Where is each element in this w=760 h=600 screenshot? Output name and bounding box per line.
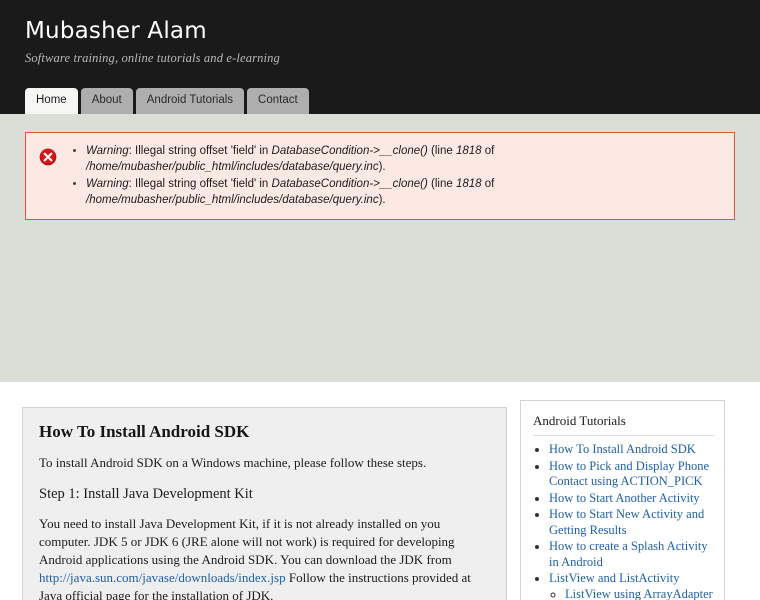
article-step-heading: Step 1: Install Java Development Kit bbox=[39, 486, 253, 503]
list-item[interactable]: How to Start Another Activity bbox=[549, 491, 714, 507]
main-content-region: How To Install Android SDK To install An… bbox=[0, 382, 760, 600]
warning-suffix: ). bbox=[378, 194, 386, 206]
article-title[interactable]: How To Install Android SDK bbox=[39, 422, 488, 442]
list-item[interactable]: ListView using ArrayAdapter and Array of… bbox=[565, 587, 714, 600]
sidebar-link[interactable]: How to Start Another Activity bbox=[549, 491, 700, 505]
sidebar-sublist: ListView using ArrayAdapter and Array of… bbox=[549, 587, 714, 600]
warning-file-path: /home/mubasher/public_html/includes/data… bbox=[86, 161, 379, 173]
sidebar-link[interactable]: How To Install Android SDK bbox=[549, 442, 696, 456]
error-message-item: Warning: Illegal string offset 'field' i… bbox=[86, 143, 724, 175]
warning-text-3: of bbox=[481, 178, 495, 190]
warning-text-1: : Illegal string offset 'field' in bbox=[128, 145, 272, 157]
warning-text-2: (line bbox=[427, 145, 456, 157]
site-title: Mubasher Alam bbox=[25, 18, 207, 44]
warning-code: DatabaseCondition->__clone() bbox=[271, 145, 428, 157]
warning-line-number: 1818 bbox=[455, 178, 482, 190]
article-body-paragraph: You need to install Java Development Kit… bbox=[39, 515, 488, 600]
error-circle-x-icon bbox=[39, 148, 57, 166]
error-message-box: Warning: Illegal string offset 'field' i… bbox=[25, 132, 735, 220]
warning-suffix: ). bbox=[378, 161, 386, 173]
primary-navigation: Home About Android Tutorials Contact bbox=[0, 86, 760, 114]
warning-label: Warning bbox=[86, 178, 129, 190]
upper-content-region: Warning: Illegal string offset 'field' i… bbox=[0, 114, 760, 382]
list-item[interactable]: ListView and ListActivity ListView using… bbox=[549, 571, 714, 600]
sidebar-android-tutorials: Android Tutorials How To Install Android… bbox=[520, 400, 725, 600]
sidebar-tutorial-list: How To Install Android SDK How to Pick a… bbox=[533, 442, 714, 600]
site-tagline: Software training, online tutorials and … bbox=[25, 51, 280, 65]
error-message-item: Warning: Illegal string offset 'field' i… bbox=[86, 176, 724, 208]
warning-text-1: : Illegal string offset 'field' in bbox=[128, 178, 272, 190]
article-teaser: How To Install Android SDK To install An… bbox=[22, 407, 507, 600]
nav-tab-home[interactable]: Home bbox=[25, 87, 78, 114]
list-item[interactable]: How to create a Splash Activity in Andro… bbox=[549, 539, 714, 570]
sidebar-link[interactable]: How to create a Splash Activity in Andro… bbox=[549, 539, 708, 569]
nav-tab-android-tutorials[interactable]: Android Tutorials bbox=[135, 87, 245, 114]
warning-text-2: (line bbox=[427, 178, 456, 190]
site-header: Mubasher Alam Software training, online … bbox=[0, 0, 760, 86]
sidebar-link[interactable]: How to Pick and Display Phone Contact us… bbox=[549, 459, 709, 489]
warning-line-number: 1818 bbox=[455, 145, 482, 157]
error-message-list: Warning: Illegal string offset 'field' i… bbox=[62, 143, 724, 209]
warning-code: DatabaseCondition->__clone() bbox=[271, 178, 428, 190]
article-intro-paragraph: To install Android SDK on a Windows mach… bbox=[39, 455, 427, 471]
sidebar-sublink[interactable]: ListView using ArrayAdapter and Array of… bbox=[565, 587, 713, 600]
article-body-text-1: You need to install Java Development Kit… bbox=[39, 515, 455, 567]
nav-tab-about[interactable]: About bbox=[80, 87, 133, 114]
sidebar-link[interactable]: How to Start New Activity and Getting Re… bbox=[549, 507, 704, 537]
list-item[interactable]: How to Start New Activity and Getting Re… bbox=[549, 507, 714, 538]
warning-text-3: of bbox=[481, 145, 495, 157]
warning-label: Warning bbox=[86, 145, 129, 157]
sidebar-title: Android Tutorials bbox=[533, 413, 714, 436]
sidebar-link[interactable]: ListView and ListActivity bbox=[549, 571, 679, 585]
jdk-download-link[interactable]: http://java.sun.com/javase/downloads/ind… bbox=[39, 570, 286, 585]
list-item[interactable]: How to Pick and Display Phone Contact us… bbox=[549, 459, 714, 490]
warning-file-path: /home/mubasher/public_html/includes/data… bbox=[86, 194, 379, 206]
list-item[interactable]: How To Install Android SDK bbox=[549, 442, 714, 458]
nav-tab-contact[interactable]: Contact bbox=[247, 87, 309, 114]
